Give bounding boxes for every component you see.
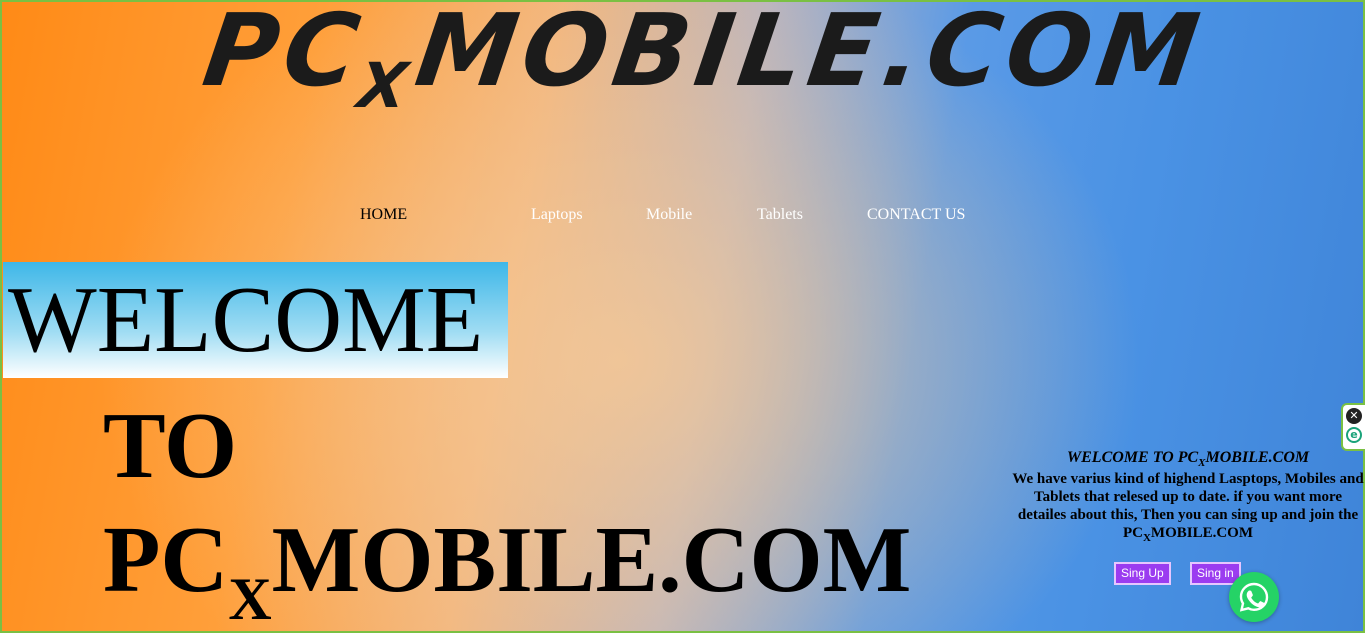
info-body: We have varius kind of highend Lasptops,… <box>1012 470 1364 544</box>
e-icon[interactable]: e <box>1346 427 1362 443</box>
info-title-suffix: MOBILE.COM <box>1205 449 1310 466</box>
hero-to: TO <box>103 394 238 498</box>
info-title-prefix: WELCOME TO PC <box>1066 449 1199 466</box>
info-title: WELCOME TO PCXMOBILE.COM <box>1012 449 1364 469</box>
site-logo: PCXMOBILE.COM <box>196 0 1212 122</box>
hero-welcome: WELCOME <box>8 268 484 372</box>
nav-contact-us[interactable]: CONTACT US <box>867 206 965 224</box>
logo-sub: X <box>353 49 418 122</box>
close-icon[interactable]: ✕ <box>1346 408 1362 424</box>
logo-suffix: MOBILE.COM <box>409 0 1212 109</box>
side-widget: ✕ e <box>1341 403 1365 451</box>
hero-brand-prefix: PC <box>103 508 229 612</box>
whatsapp-button[interactable] <box>1229 572 1279 622</box>
info-title-sub: X <box>1198 457 1206 469</box>
sign-up-button[interactable]: Sing Up <box>1114 562 1171 585</box>
info-body-suffix: MOBILE.COM <box>1150 525 1254 541</box>
hero-brand-suffix: MOBILE.COM <box>271 508 912 612</box>
nav-tablets[interactable]: Tablets <box>757 206 803 224</box>
info-body-sub: X <box>1142 532 1151 544</box>
nav-mobile[interactable]: Mobile <box>646 206 692 224</box>
logo-prefix: PC <box>196 0 372 109</box>
nav-laptops[interactable]: Laptops <box>531 206 583 224</box>
hero-brand-sub: X <box>228 566 272 632</box>
nav-home[interactable]: HOME <box>360 206 407 224</box>
hero-brand: PCXMOBILE.COM <box>103 508 912 632</box>
main-nav: HOME Laptops Mobile Tablets CONTACT US <box>0 206 1365 230</box>
info-panel: WELCOME TO PCXMOBILE.COM We have varius … <box>1012 449 1364 544</box>
whatsapp-icon <box>1239 582 1269 612</box>
